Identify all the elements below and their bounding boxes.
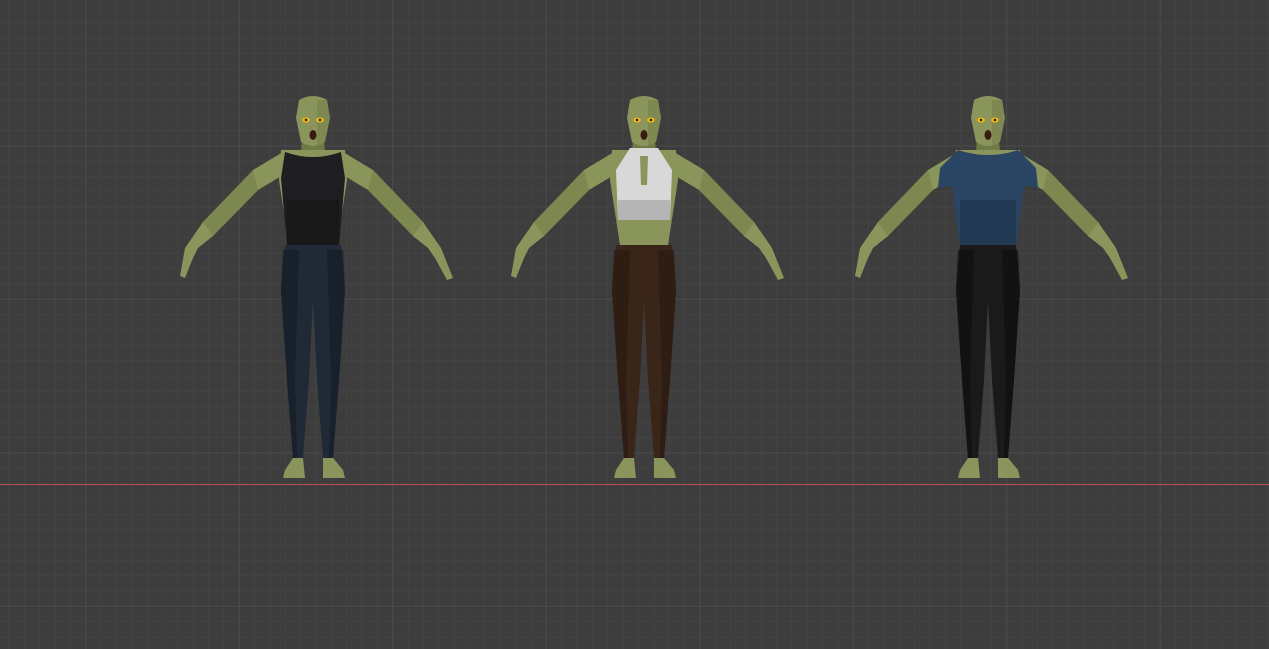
character-1[interactable] (163, 0, 463, 500)
mouth (984, 130, 992, 140)
right-foot (323, 458, 345, 478)
right-arm-shading (1043, 170, 1098, 236)
left-arm-shading (878, 170, 933, 236)
right-arm-shading (368, 170, 423, 236)
character-3[interactable] (838, 0, 1138, 500)
left-arm-shading (534, 170, 589, 236)
mouth (640, 130, 648, 140)
left-pupil (635, 118, 639, 122)
left-foot (283, 458, 305, 478)
character-1-mesh (180, 96, 453, 478)
right-foot (654, 458, 676, 478)
left-pupil (979, 118, 983, 122)
character-3-mesh (855, 96, 1128, 478)
left-foot (614, 458, 636, 478)
right-foot (998, 458, 1020, 478)
tshirt-shading (960, 200, 1016, 246)
character-2[interactable] (494, 0, 794, 500)
mouth (309, 130, 317, 140)
left-foot (958, 458, 980, 478)
head-shading (648, 100, 661, 146)
right-pupil (318, 118, 322, 122)
left-arm-shading (203, 170, 258, 236)
right-pupil (993, 118, 997, 122)
head-shading (317, 100, 330, 146)
character-2-mesh (511, 96, 784, 478)
head-shading (992, 100, 1005, 146)
halter-top-shading (618, 200, 670, 220)
halter-neckline (640, 156, 648, 185)
right-pupil (649, 118, 653, 122)
3d-viewport[interactable] (0, 0, 1269, 649)
right-arm-shading (699, 170, 754, 236)
tank-top-shading (287, 200, 339, 246)
left-pupil (304, 118, 308, 122)
